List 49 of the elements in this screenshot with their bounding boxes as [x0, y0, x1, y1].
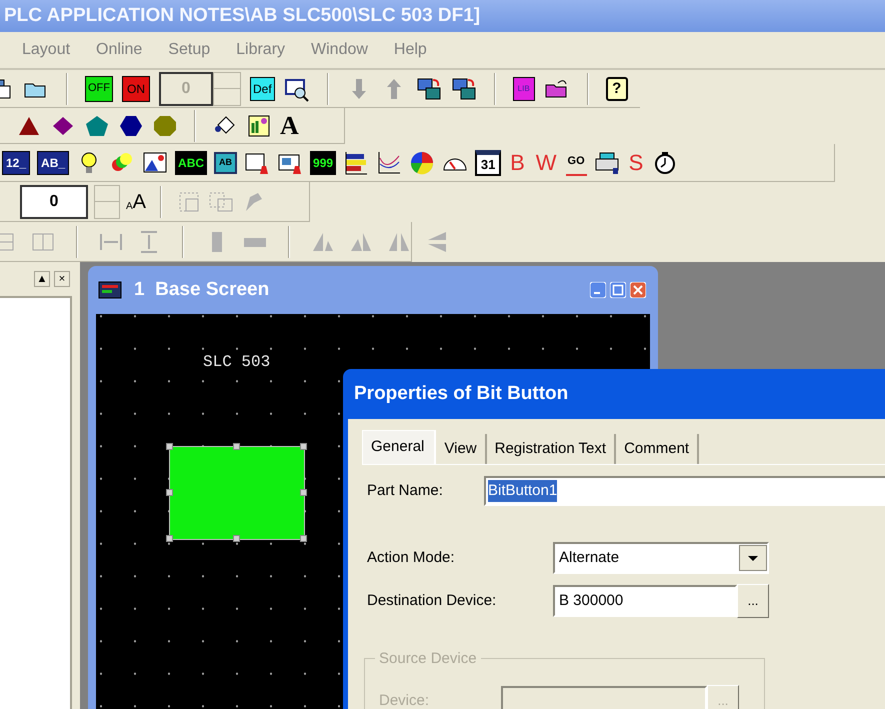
help-button[interactable]: ?: [606, 76, 628, 100]
calendar-button[interactable]: 31: [475, 150, 502, 176]
browse-button[interactable]: ...: [737, 584, 769, 618]
action-mode-select[interactable]: Alternate: [553, 542, 769, 574]
letter-part-button[interactable]: W: [534, 150, 559, 176]
dialog-tab[interactable]: Comment: [616, 434, 700, 464]
off-button[interactable]: OFF: [85, 76, 113, 102]
font-size-field[interactable]: 0: [20, 184, 88, 218]
window-title: 1 Base Screen: [134, 278, 270, 302]
window-title: PLC APPLICATION NOTES\AB SLC500\SLC 503 DF1]: [4, 4, 480, 28]
canvas-label: SLC 503: [203, 352, 270, 373]
destination-device-field[interactable]: B 300000: [553, 585, 737, 617]
field-value: BitButton1: [488, 480, 558, 502]
text-tool-button[interactable]: A: [280, 112, 299, 138]
letter-part-button[interactable]: B: [508, 150, 527, 176]
letter-part-button[interactable]: S: [626, 150, 646, 176]
display-part-button[interactable]: 999: [310, 150, 336, 174]
image-icon[interactable]: [246, 112, 272, 138]
bar-graph-icon[interactable]: [343, 150, 370, 176]
screen-copy-icon[interactable]: [450, 76, 477, 102]
go-part-button[interactable]: GO: [566, 150, 587, 176]
field-label: Part Name:: [366, 480, 444, 501]
part-name-field[interactable]: BitButton1: [484, 476, 885, 506]
dialog-title: Properties of Bit Button: [354, 382, 568, 406]
maximize-icon[interactable]: [610, 282, 626, 298]
on-button[interactable]: ON: [122, 76, 150, 102]
display-part-button[interactable]: 12_: [2, 150, 30, 174]
field-value: B 300000: [559, 590, 624, 611]
screen-copy-icon[interactable]: [416, 76, 442, 102]
dialog-tab[interactable]: View: [436, 434, 487, 464]
display-part-button[interactable]: AB_: [37, 150, 70, 174]
printer-icon[interactable]: [594, 150, 620, 176]
dialog-tab[interactable]: Registration Text: [486, 434, 616, 464]
close-icon[interactable]: [630, 282, 646, 298]
panel-button[interactable]: ▲: [34, 271, 50, 287]
trend-graph-icon[interactable]: [376, 150, 402, 176]
pie-chart-icon[interactable]: [409, 150, 436, 176]
font-size-button[interactable]: AA: [126, 192, 146, 212]
image-icon[interactable]: [142, 150, 168, 176]
minimize-icon[interactable]: [590, 282, 606, 298]
field-label: Action Mode:: [366, 548, 456, 568]
field-label: Destination Device:: [366, 590, 498, 611]
def-button[interactable]: Def: [250, 76, 275, 100]
panel-button[interactable]: ×: [54, 271, 70, 287]
field-label: Device:: [379, 690, 430, 709]
display-part-button[interactable]: ABC: [175, 150, 208, 174]
screen-icon: [98, 281, 122, 299]
dialog-tab[interactable]: General: [362, 430, 436, 464]
window-part-button[interactable]: AB: [214, 152, 238, 174]
